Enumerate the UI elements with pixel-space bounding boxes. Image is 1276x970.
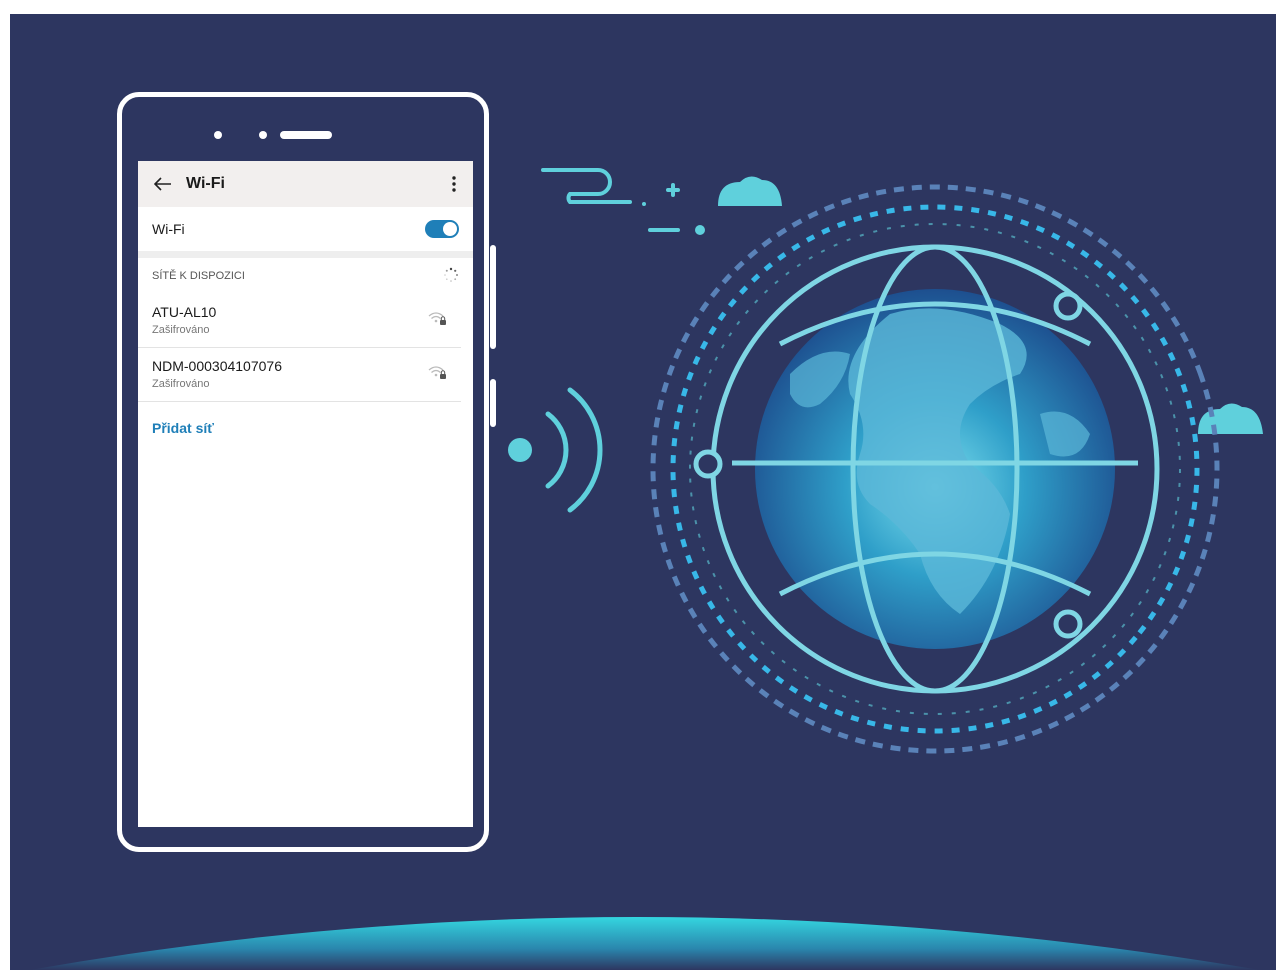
signal-icon [508,387,603,513]
network-status: Zašifrováno [152,323,210,336]
section-divider [138,251,473,258]
network-name: NDM-000304107076 [152,357,282,374]
globe-icon [693,244,1160,694]
switch-knob [443,222,457,236]
section-title: SÍTĚ K DISPOZICI [152,270,245,282]
sensor-dot [259,131,267,139]
phone-screen: Wi-Fi Wi-Fi SÍTĚ K DISPOZICI ATU-AL10 Za… [138,161,473,827]
wind-decoration [541,168,680,232]
app-bar: Wi-Fi [138,161,473,207]
wifi-switch[interactable] [425,220,459,238]
illustration-canvas: Wi-Fi Wi-Fi SÍTĚ K DISPOZICI ATU-AL10 Za… [10,14,1276,970]
horizon-arc [30,917,1260,970]
available-networks-header: SÍTĚ K DISPOZICI [138,258,473,294]
cloud-icon [1198,403,1263,434]
network-item[interactable]: NDM-000304107076 Zašifrováno [138,348,461,402]
wifi-toggle-row[interactable]: Wi-Fi [138,207,473,251]
power-button [490,379,496,427]
back-arrow-icon[interactable] [152,173,174,195]
phone-frame: Wi-Fi Wi-Fi SÍTĚ K DISPOZICI ATU-AL10 Za… [117,92,496,852]
more-vertical-icon[interactable] [447,173,461,195]
network-item[interactable]: ATU-AL10 Zašifrováno [138,294,461,348]
wifi-lock-icon [427,364,447,385]
network-name: ATU-AL10 [152,303,217,320]
loading-spinner-icon [443,267,459,286]
volume-button [490,245,496,349]
wifi-toggle-label: Wi-Fi [152,221,185,237]
page-title: Wi-Fi [186,175,225,192]
camera-dot [214,131,222,139]
add-network-link[interactable]: Přidat síť [138,402,473,454]
wifi-lock-icon [427,310,447,331]
speaker-grille [280,131,332,139]
cloud-icon [718,176,782,206]
network-status: Zašifrováno [152,377,210,390]
